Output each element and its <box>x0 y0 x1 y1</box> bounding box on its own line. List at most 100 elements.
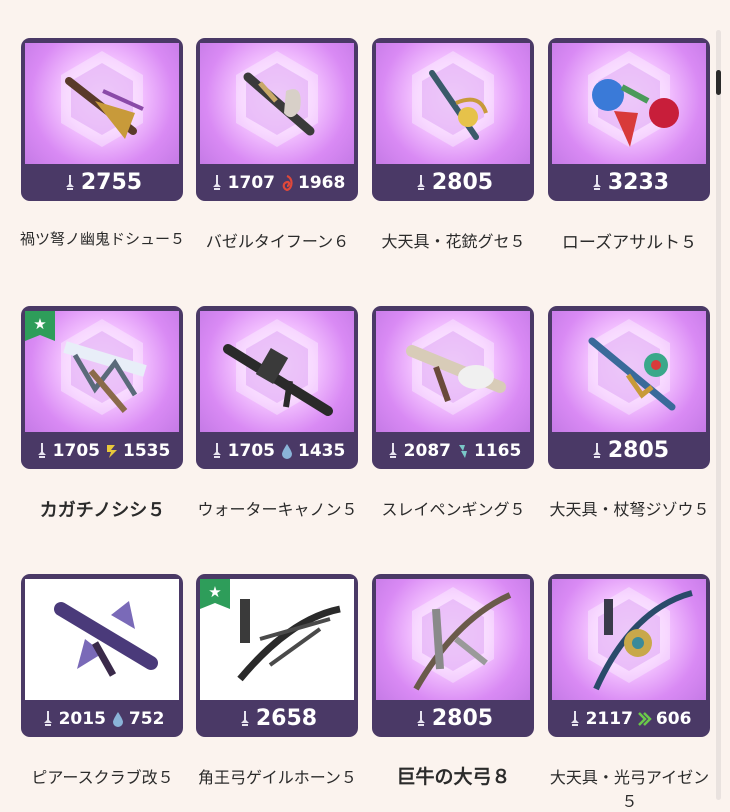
blast-icon <box>282 174 293 191</box>
element-value: 1435 <box>298 440 346 461</box>
bow-weapon-image <box>413 592 512 691</box>
scrollbar-thumb[interactable] <box>716 70 721 95</box>
scrollbar-track[interactable] <box>716 30 721 800</box>
element-stat: 1535 <box>104 441 170 461</box>
weapon-card[interactable]: 2805 <box>372 574 534 737</box>
weapon-stats: 3233 <box>548 164 710 201</box>
weapon-name: スレイペンギング５ <box>381 500 526 519</box>
weapon-name: 禍ツ弩ノ幽鬼ドシュー５ <box>19 230 185 248</box>
element-value: 1165 <box>474 440 522 461</box>
weapon-card[interactable]: ★ 2658 <box>196 574 358 737</box>
weapon-artwork: ★ <box>200 579 354 700</box>
weapon-stats: 1705 1535 <box>21 432 183 469</box>
crossbow-weapon-image <box>429 70 488 140</box>
attack-stat: 2658 <box>237 706 317 731</box>
attack-icon <box>43 710 52 726</box>
attack-stat: 3233 <box>589 170 669 195</box>
attack-value: 3233 <box>607 170 670 195</box>
attack-icon <box>240 710 249 726</box>
weapon-name: 大天具・光弓アイゼン５ <box>549 768 710 811</box>
weapon-artwork <box>200 43 354 164</box>
attack-icon <box>570 710 579 726</box>
weapon-card[interactable]: ★ 1705 1535 <box>21 306 183 469</box>
element-stat: 1968 <box>279 173 345 193</box>
attack-stat: 2117 <box>567 709 633 729</box>
attack-value: 2015 <box>58 708 106 729</box>
attack-stat: 2805 <box>413 706 493 731</box>
weapon-card[interactable]: 3233 <box>548 38 710 201</box>
water-icon <box>282 443 292 459</box>
attack-value: 1705 <box>227 440 275 461</box>
weapon-stats: 2658 <box>196 700 358 737</box>
weapon-stats: 1705 1435 <box>196 432 358 469</box>
weapon-stats: 2805 <box>548 432 710 469</box>
weapon-name: 大天具・花銃グセ５ <box>381 232 526 251</box>
attack-value: 2117 <box>585 708 633 729</box>
attack-value: 2658 <box>255 706 318 731</box>
weapon-name: 巨牛の大弓８ <box>396 766 511 788</box>
attack-stat: 2015 <box>40 709 106 729</box>
weapon-card[interactable]: 1705 1435 <box>196 306 358 469</box>
attack-icon <box>37 442 46 458</box>
weapon-artwork <box>552 43 706 164</box>
thunder-icon <box>107 444 117 458</box>
weapon-card[interactable]: 1707 1968 <box>196 38 358 201</box>
attack-stat: 1705 <box>209 441 275 461</box>
crossbow-weapon-image <box>65 77 144 139</box>
attack-icon <box>592 174 601 190</box>
attack-icon <box>592 442 601 458</box>
element-stat: 1435 <box>279 441 345 461</box>
weapon-stats: 2015 752 <box>21 700 183 737</box>
attack-icon <box>416 710 425 726</box>
weapon-name: 角王弓ゲイルホーン５ <box>198 768 357 787</box>
element-value: 606 <box>655 708 692 729</box>
crossbow-weapon-image <box>54 601 158 677</box>
weapon-artwork <box>552 311 706 432</box>
crossbow-weapon-image <box>223 344 333 416</box>
weapon-artwork <box>200 311 354 432</box>
crossbow-weapon-image <box>592 79 679 147</box>
crossbow-weapon-image <box>406 345 506 402</box>
water-icon <box>112 711 123 727</box>
weapon-card[interactable]: 2117 606 <box>548 574 710 737</box>
weapon-artwork: ★ <box>25 311 179 432</box>
weapon-card[interactable]: 2755 <box>21 38 183 201</box>
attack-stat: 2805 <box>413 170 493 195</box>
element-value: 1535 <box>123 440 171 461</box>
weapon-stats: 2117 606 <box>548 700 710 737</box>
attack-value: 2755 <box>80 170 143 195</box>
element-stat: 606 <box>637 708 692 729</box>
attack-icon <box>416 174 425 190</box>
weapon-name: 大天具・杖弩ジゾウ５ <box>549 500 710 519</box>
weapon-card[interactable]: 2087 1165 <box>372 306 534 469</box>
element-value: 1968 <box>298 172 346 193</box>
weapon-stats: 2805 <box>372 700 534 737</box>
element-value: 752 <box>128 708 165 729</box>
bow-weapon-image <box>593 590 693 691</box>
ice-icon <box>459 444 467 458</box>
weapon-artwork <box>25 43 179 164</box>
weapon-card[interactable]: 2015 752 <box>21 574 183 737</box>
attack-icon <box>212 442 221 458</box>
attack-icon <box>388 442 397 458</box>
weapon-card[interactable]: 2805 <box>548 306 710 469</box>
element-stat: 1165 <box>455 441 521 461</box>
attack-icon <box>65 174 74 190</box>
attack-value: 1705 <box>52 440 100 461</box>
attack-value: 2805 <box>431 706 494 731</box>
attack-stat: 1707 <box>209 173 275 193</box>
attack-stat: 2805 <box>589 438 669 463</box>
weapon-name: ウォーターキャノン５ <box>197 500 358 519</box>
weapon-artwork <box>376 579 530 700</box>
attack-stat: 1705 <box>34 441 100 461</box>
weapon-artwork <box>376 311 530 432</box>
weapon-card[interactable]: 2805 <box>372 38 534 201</box>
weapon-artwork <box>552 579 706 700</box>
attack-icon <box>212 174 221 190</box>
dragon-icon <box>638 711 652 726</box>
attack-value: 2805 <box>431 170 494 195</box>
attack-stat: 2755 <box>62 170 142 195</box>
crossbow-weapon-image <box>243 72 315 136</box>
weapon-name: バゼルタイフーン６ <box>205 232 350 251</box>
weapon-stats: 2755 <box>21 164 183 201</box>
